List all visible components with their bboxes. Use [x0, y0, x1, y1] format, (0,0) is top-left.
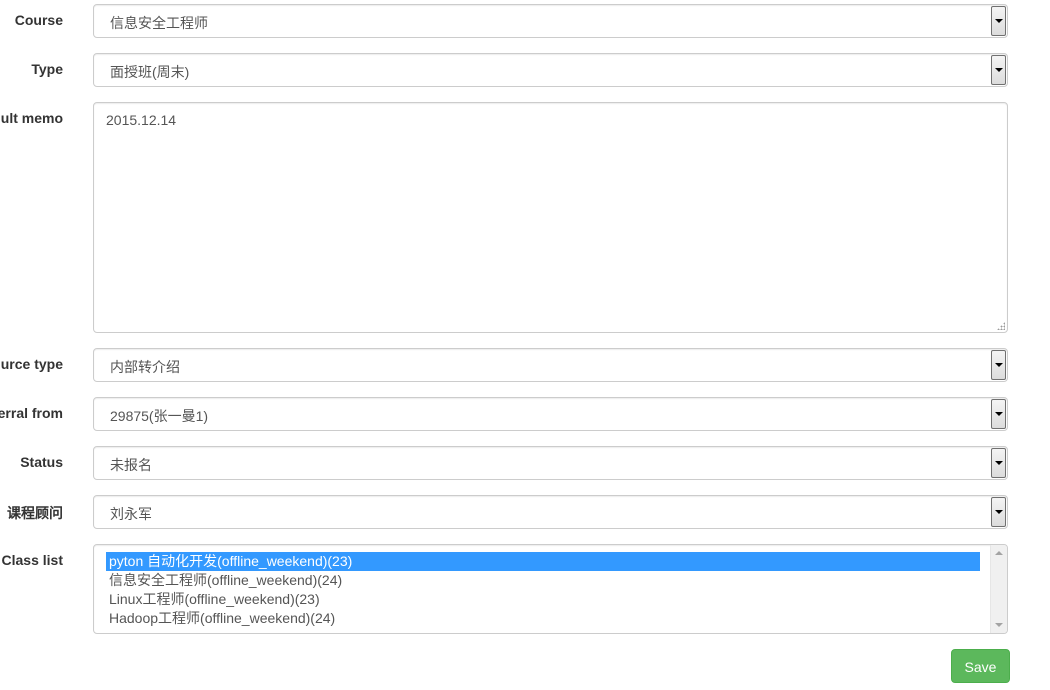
- consultant-select[interactable]: 刘永军: [93, 495, 1008, 529]
- course-select[interactable]: 信息安全工程师: [93, 4, 1008, 38]
- customer-form: Course 信息安全工程师 Type 面授班(周末) ult memo 201…: [0, 0, 1050, 690]
- status-dropdown-button[interactable]: [991, 448, 1006, 478]
- class-list-scrollbar[interactable]: [990, 545, 1007, 633]
- chevron-down-icon: [995, 363, 1003, 367]
- referral-from-select-value: 29875(张一曼1): [110, 408, 209, 424]
- referral-from-select[interactable]: 29875(张一曼1): [93, 397, 1008, 431]
- course-label: Course: [14, 12, 63, 28]
- resize-handle-icon[interactable]: [997, 322, 1005, 330]
- scroll-down-icon[interactable]: [995, 623, 1003, 627]
- referral-from-label: erral from: [0, 405, 63, 421]
- type-select-value: 面授班(周末): [110, 64, 190, 80]
- class-list-label: Class list: [1, 552, 63, 568]
- save-button[interactable]: Save: [951, 649, 1010, 683]
- source-type-select[interactable]: 内部转介绍: [93, 348, 1008, 382]
- scroll-up-icon[interactable]: [995, 551, 1003, 555]
- status-label: Status: [20, 454, 63, 470]
- status-select-value: 未报名: [110, 457, 152, 473]
- consult-memo-textarea[interactable]: 2015.12.14: [93, 102, 1008, 333]
- consult-memo-label: ult memo: [0, 110, 63, 126]
- course-select-value: 信息安全工程师: [110, 15, 208, 31]
- type-dropdown-button[interactable]: [991, 55, 1006, 85]
- consultant-select-value: 刘永军: [110, 506, 152, 522]
- referral-from-dropdown-button[interactable]: [991, 399, 1006, 429]
- course-dropdown-button[interactable]: [991, 6, 1006, 36]
- class-list-option[interactable]: Hadoop工程师(offline_weekend)(24): [106, 609, 980, 628]
- consultant-label: 课程顾问: [7, 505, 63, 521]
- class-list-option[interactable]: 信息安全工程师(offline_weekend)(24): [106, 571, 980, 590]
- class-list-multiselect[interactable]: pyton 自动化开发(offline_weekend)(23) 信息安全工程师…: [93, 544, 1008, 634]
- type-select[interactable]: 面授班(周末): [93, 53, 1008, 87]
- chevron-down-icon: [995, 510, 1003, 514]
- status-select[interactable]: 未报名: [93, 446, 1008, 480]
- chevron-down-icon: [995, 68, 1003, 72]
- source-type-label: urce type: [0, 356, 63, 372]
- class-list-options: pyton 自动化开发(offline_weekend)(23) 信息安全工程师…: [106, 552, 980, 628]
- class-list-option[interactable]: pyton 自动化开发(offline_weekend)(23): [106, 552, 980, 571]
- consult-memo-text: 2015.12.14: [106, 112, 177, 128]
- consultant-dropdown-button[interactable]: [991, 497, 1006, 527]
- chevron-down-icon: [995, 19, 1003, 23]
- source-type-dropdown-button[interactable]: [991, 350, 1006, 380]
- source-type-select-value: 内部转介绍: [110, 359, 180, 375]
- chevron-down-icon: [995, 461, 1003, 465]
- type-label: Type: [31, 61, 63, 77]
- class-list-option[interactable]: Linux工程师(offline_weekend)(23): [106, 590, 980, 609]
- chevron-down-icon: [995, 412, 1003, 416]
